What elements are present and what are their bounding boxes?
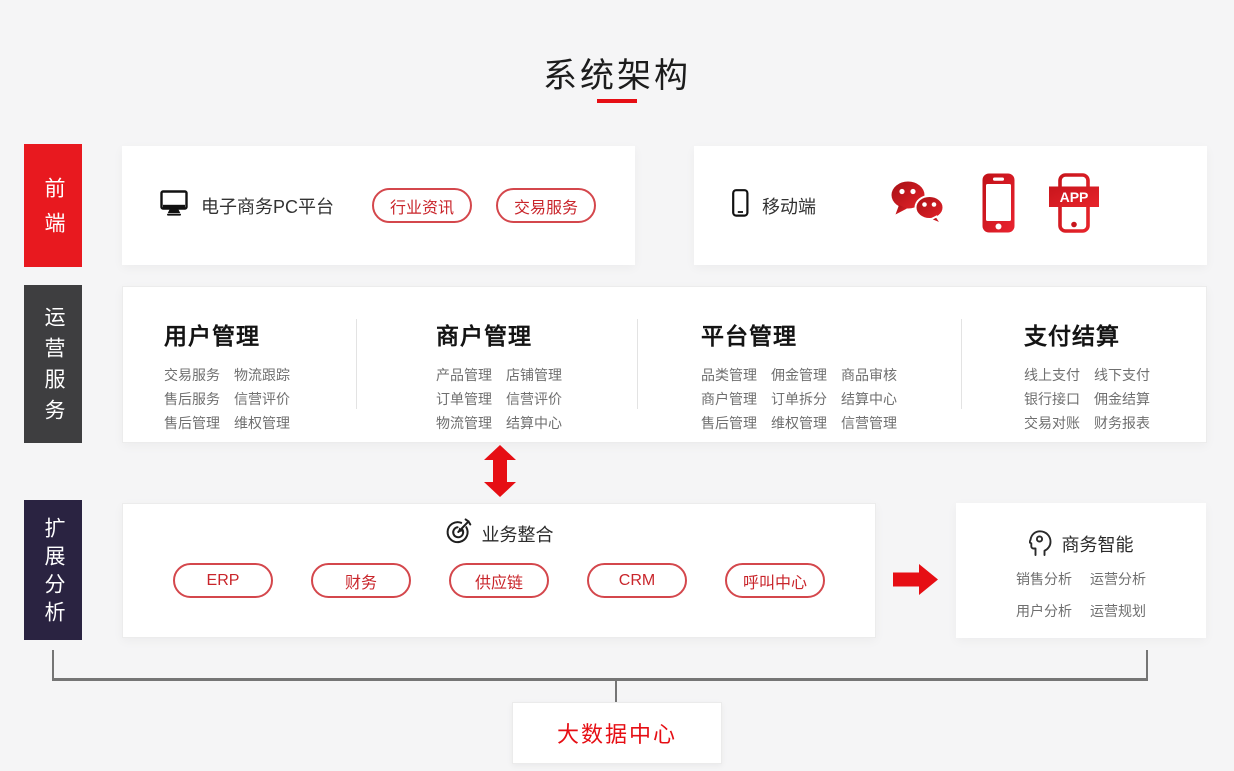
column-divider — [356, 319, 357, 409]
page-title: 系统架构 — [0, 48, 1234, 97]
app-badge-text: APP — [1060, 189, 1089, 205]
side-label-operations: 运营服务 — [24, 285, 82, 443]
bi-row: 销售分析 运营分析 — [956, 569, 1206, 589]
integration-header: 业务整合 — [123, 518, 875, 550]
ops-column-user: 用户管理 交易服务 物流跟踪 售后服务 信营评价 售后管理 维权管理 — [164, 317, 290, 435]
ops-row: 交易对账 财务报表 — [1024, 411, 1150, 435]
architecture-diagram: 系统架构 前端 运营服务 扩展分析 电子商务PC平台 行业资讯 交易服务 移 — [0, 0, 1234, 771]
integration-buttons: ERP 财务 供应链 CRM 呼叫中心 — [123, 563, 875, 598]
bi-item: 运营分析 — [1090, 569, 1146, 589]
pc-platform-card: 电子商务PC平台 行业资讯 交易服务 — [122, 146, 635, 265]
double-arrow-icon — [483, 445, 517, 502]
ops-item: 维权管理 — [234, 411, 290, 435]
ops-item: 交易对账 — [1024, 411, 1080, 435]
ops-item: 交易服务 — [164, 363, 220, 387]
ops-item: 维权管理 — [771, 411, 827, 435]
mobile-card-title: 移动端 — [762, 193, 816, 219]
ops-row: 银行接口 佣金结算 — [1024, 387, 1150, 411]
ops-row: 订单管理 信营评价 — [436, 387, 562, 411]
ops-item: 店铺管理 — [506, 363, 562, 387]
finance-button[interactable]: 财务 — [311, 563, 411, 598]
ops-row: 商户管理 订单拆分 结算中心 — [701, 387, 897, 411]
ops-item: 品类管理 — [701, 363, 757, 387]
ops-item: 订单管理 — [436, 387, 492, 411]
bi-header: 商务智能 — [956, 527, 1206, 561]
ops-item: 线上支付 — [1024, 363, 1080, 387]
ops-item: 售后管理 — [701, 411, 757, 435]
column-title: 用户管理 — [164, 317, 290, 351]
title-underline — [597, 99, 637, 103]
bi-row: 用户分析 运营规划 — [956, 601, 1206, 621]
monitor-icon — [160, 190, 188, 221]
ops-column-platform: 平台管理 品类管理 佣金管理 商品审核 商户管理 订单拆分 结算中心 售后管理 … — [701, 317, 897, 435]
column-title: 支付结算 — [1024, 317, 1150, 351]
bracket-line-horizontal — [52, 678, 1148, 681]
wechat-icon — [890, 180, 948, 231]
mobile-card: 移动端 — [694, 146, 1207, 265]
bi-item: 运营规划 — [1090, 601, 1146, 621]
ops-item: 订单拆分 — [771, 387, 827, 411]
ops-row: 售后管理 维权管理 — [164, 411, 290, 435]
bracket-line-left — [52, 650, 54, 680]
operations-card: 用户管理 交易服务 物流跟踪 售后服务 信营评价 售后管理 维权管理 商户管理 … — [122, 286, 1207, 443]
column-title: 商户管理 — [436, 317, 562, 351]
ops-item: 信营评价 — [234, 387, 290, 411]
column-divider — [961, 319, 962, 409]
ops-item: 信营评价 — [506, 387, 562, 411]
ops-column-merchant: 商户管理 产品管理 店铺管理 订单管理 信营评价 物流管理 结算中心 — [436, 317, 562, 435]
ops-item: 产品管理 — [436, 363, 492, 387]
ops-item: 佣金管理 — [771, 363, 827, 387]
ops-row: 线上支付 线下支付 — [1024, 363, 1150, 387]
call-center-button[interactable]: 呼叫中心 — [725, 563, 825, 598]
integration-card: 业务整合 ERP 财务 供应链 CRM 呼叫中心 — [122, 503, 876, 638]
column-title: 平台管理 — [701, 317, 897, 351]
trade-service-button[interactable]: 交易服务 — [496, 188, 596, 223]
ops-item: 物流管理 — [436, 411, 492, 435]
ops-item: 结算中心 — [841, 387, 897, 411]
ops-item: 银行接口 — [1024, 387, 1080, 411]
side-label-frontend: 前端 — [24, 144, 82, 267]
bracket-line-right — [1146, 650, 1148, 680]
ops-item: 佣金结算 — [1094, 387, 1150, 411]
ops-row: 售后管理 维权管理 信营管理 — [701, 411, 897, 435]
bi-card: 商务智能 销售分析 运营分析 用户分析 运营规划 — [956, 503, 1206, 638]
ops-item: 结算中心 — [506, 411, 562, 435]
ops-item: 售后服务 — [164, 387, 220, 411]
bi-item: 销售分析 — [1016, 569, 1072, 589]
mobile-channels: APP — [890, 173, 1099, 238]
bi-item: 用户分析 — [1016, 601, 1072, 621]
ops-row: 物流管理 结算中心 — [436, 411, 562, 435]
ops-item: 物流跟踪 — [234, 363, 290, 387]
bi-title: 商务智能 — [1062, 531, 1134, 557]
ops-item: 商户管理 — [701, 387, 757, 411]
target-icon — [445, 518, 472, 550]
integration-title: 业务整合 — [482, 521, 554, 547]
bracket-line-center — [615, 681, 617, 702]
ops-row: 售后服务 信营评价 — [164, 387, 290, 411]
ops-row: 交易服务 物流跟踪 — [164, 363, 290, 387]
ops-item: 线下支付 — [1094, 363, 1150, 387]
ops-row: 产品管理 店铺管理 — [436, 363, 562, 387]
industry-news-button[interactable]: 行业资讯 — [372, 188, 472, 223]
pc-card-title: 电子商务PC平台 — [201, 193, 334, 219]
big-data-center-box: 大数据中心 — [512, 702, 722, 764]
crm-button[interactable]: CRM — [587, 563, 687, 598]
ops-item: 信营管理 — [841, 411, 897, 435]
ops-item: 财务报表 — [1094, 411, 1150, 435]
phone-outline-icon — [732, 189, 749, 222]
ops-item: 售后管理 — [164, 411, 220, 435]
ops-item: 商品审核 — [841, 363, 897, 387]
right-arrow-icon — [893, 562, 939, 602]
mobile-phone-icon — [982, 173, 1015, 238]
supply-chain-button[interactable]: 供应链 — [449, 563, 549, 598]
ops-row: 品类管理 佣金管理 商品审核 — [701, 363, 897, 387]
ops-column-payment: 支付结算 线上支付 线下支付 银行接口 佣金结算 交易对账 财务报表 — [1024, 317, 1150, 435]
big-data-center-label: 大数据中心 — [557, 717, 677, 749]
app-icon: APP — [1049, 173, 1099, 238]
head-mind-icon — [1029, 527, 1052, 561]
side-label-extension: 扩展分析 — [24, 500, 82, 640]
erp-button[interactable]: ERP — [173, 563, 273, 598]
column-divider — [637, 319, 638, 409]
